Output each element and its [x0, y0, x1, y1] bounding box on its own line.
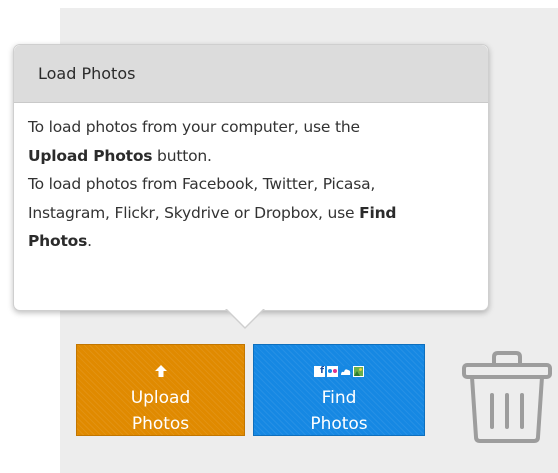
find-emphasis: Find [359, 203, 397, 222]
upload-label-line1: Upload [130, 388, 191, 408]
load-photos-popover: Load Photos To load photos from your com… [13, 44, 489, 311]
flickr-icon [327, 365, 338, 377]
popover-line-3: To load photos from Facebook, Twitter, P… [28, 175, 376, 193]
facebook-icon: f [314, 365, 325, 377]
upload-arrow-icon [154, 365, 167, 377]
trash-icon[interactable] [460, 351, 554, 443]
photos-emphasis: Photos [28, 232, 88, 250]
find-photos-button[interactable]: f Find Photos [253, 344, 425, 436]
popover-line-1: To load photos from your computer, use t… [28, 118, 360, 136]
find-label-line1: Find [321, 388, 357, 408]
popover-title: Load Photos [14, 45, 488, 103]
popover-line-5: . [87, 232, 92, 250]
find-label-line2: Photos [310, 414, 368, 434]
photo-icon [353, 365, 364, 377]
upload-photos-button[interactable]: Upload Photos [76, 344, 245, 436]
popover-line-2: button. [152, 146, 212, 165]
popover-line-4: Instagram, Flickr, Skydrive or Dropbox, … [28, 203, 360, 222]
upload-label-line2: Photos [131, 414, 190, 434]
popover-body: To load photos from your computer, use t… [14, 103, 488, 256]
upload-photos-emphasis: Upload Photos [28, 146, 153, 165]
popover-arrow [226, 308, 264, 327]
cloud-icon [340, 365, 351, 377]
